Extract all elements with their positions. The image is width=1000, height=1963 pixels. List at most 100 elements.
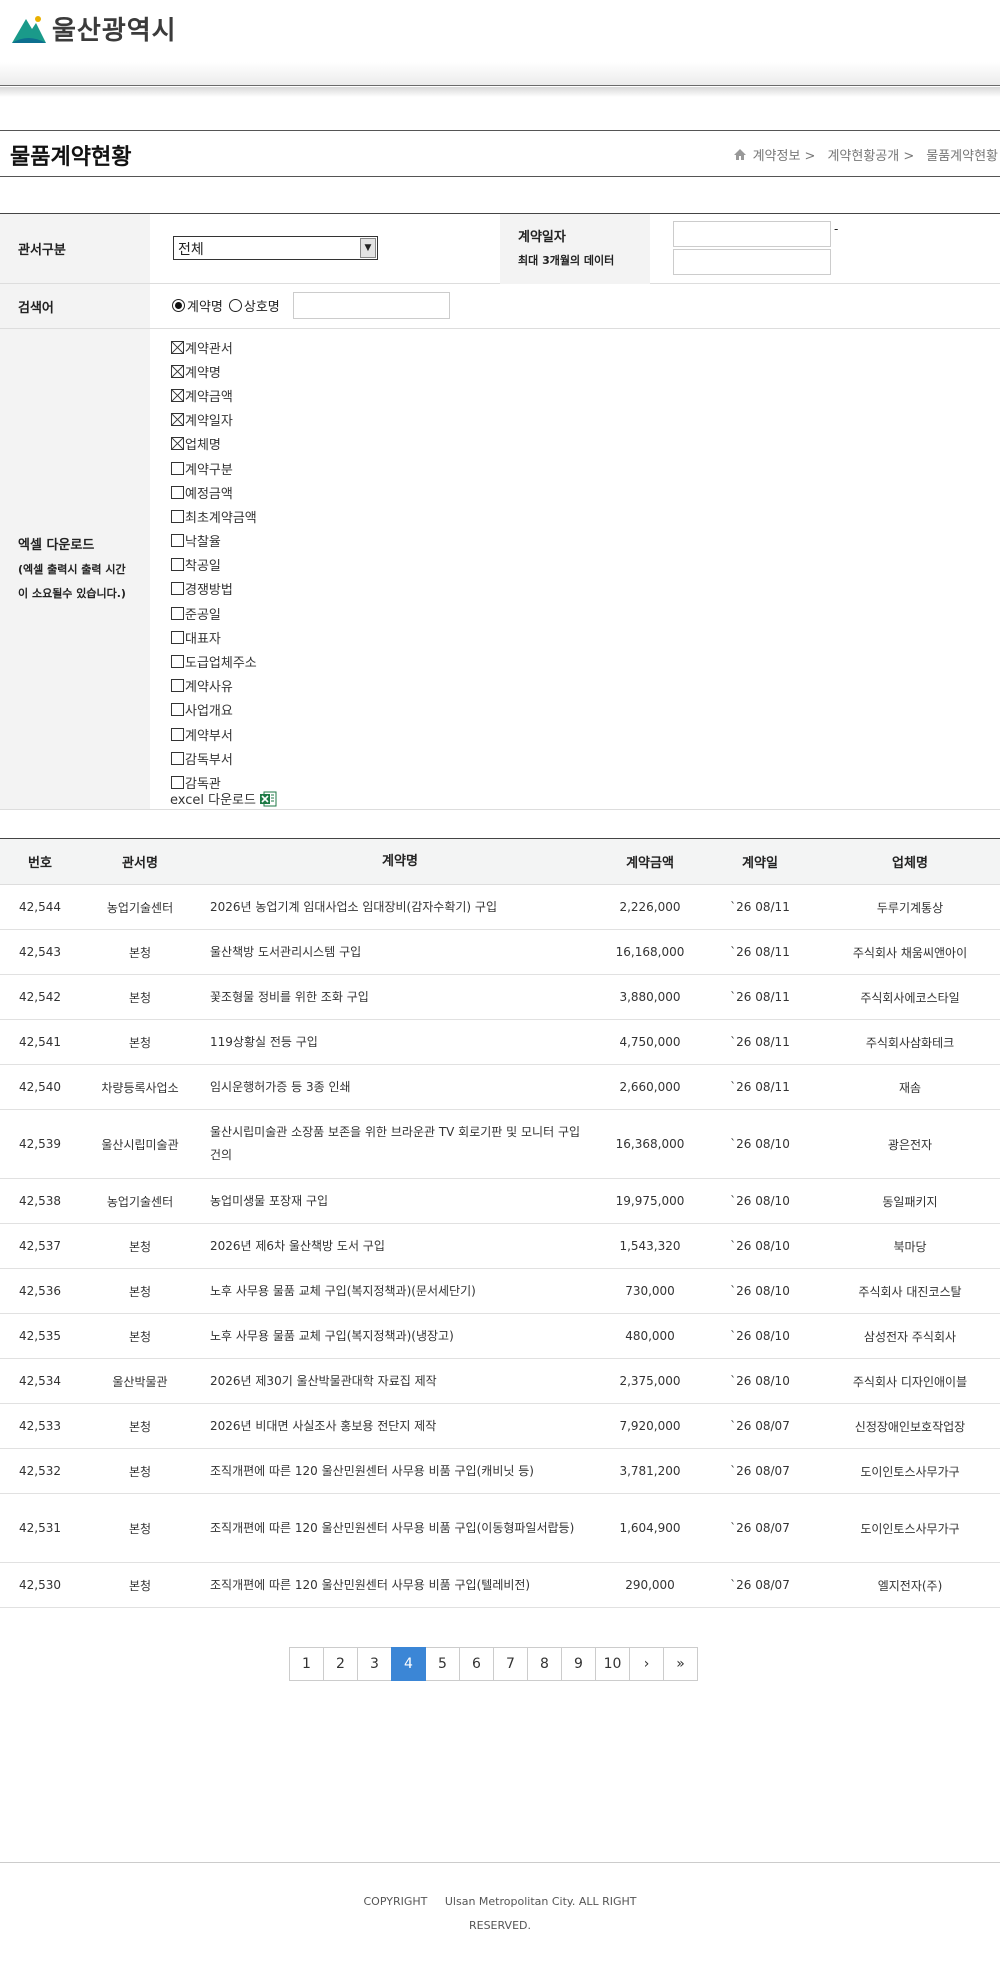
- cell-contract-name[interactable]: 노후 사무용 물품 교체 구입(복지정책과)(문서세단기): [200, 1280, 600, 1303]
- excel-field-item[interactable]: 대표자: [171, 625, 257, 649]
- table-row[interactable]: 42,534 울산박물관 2026년 제30기 울산박물관대학 자료집 제작 2,37…: [0, 1359, 1000, 1404]
- excel-field-checkbox[interactable]: [171, 413, 184, 427]
- table-row[interactable]: 42,530 본청 조직개편에 따른 120 울산민원센터 사무용 비품 구입(텔레…: [0, 1563, 1000, 1608]
- excel-field-label: 대표자: [185, 631, 221, 647]
- excel-field-item[interactable]: 계약관서: [171, 335, 257, 359]
- page-button[interactable]: 7: [493, 1647, 528, 1681]
- table-row[interactable]: 42,541 본청 119상황실 전등 구입 4,750,000 `26 08/11 주식…: [0, 1020, 1000, 1065]
- breadcrumb-item-contract-status[interactable]: 계약현황공개 >: [827, 145, 914, 164]
- cell-contract-name[interactable]: 조직개편에 따른 120 울산민원센터 사무용 비품 구입(텔레비전): [200, 1574, 600, 1597]
- excel-field-checkbox[interactable]: [171, 775, 184, 789]
- table-row[interactable]: 42,532 본청 조직개편에 따른 120 울산민원센터 사무용 비품 구입(캐비…: [0, 1449, 1000, 1494]
- excel-field-item[interactable]: 계약부서: [171, 722, 257, 746]
- excel-field-item[interactable]: 최초계약금액: [171, 504, 257, 528]
- page-button[interactable]: 9: [561, 1647, 596, 1681]
- page-button[interactable]: 4: [391, 1647, 426, 1681]
- excel-field-item[interactable]: 업체명: [171, 432, 257, 456]
- excel-field-checkbox[interactable]: [171, 534, 184, 548]
- office-select[interactable]: 전체 ▼: [173, 236, 378, 260]
- excel-field-checkbox[interactable]: [171, 388, 184, 402]
- excel-field-checkbox[interactable]: [171, 655, 184, 669]
- excel-field-checkbox[interactable]: [171, 751, 184, 765]
- cell-contract-name[interactable]: 울산책방 도서관리시스템 구입: [200, 941, 600, 964]
- table-row[interactable]: 42,531 본청 조직개편에 따른 120 울산민원센터 사무용 비품 구입(이동…: [0, 1494, 1000, 1563]
- page-button[interactable]: 5: [425, 1647, 460, 1681]
- excel-field-item[interactable]: 계약사유: [171, 674, 257, 698]
- table-row[interactable]: 42,533 본청 2026년 비대면 사실조사 홍보용 전단지 제작 7,920,0…: [0, 1404, 1000, 1449]
- breadcrumb-item-contract-info[interactable]: 계약정보 >: [753, 145, 816, 164]
- excel-field-item[interactable]: 감독부서: [171, 746, 257, 770]
- excel-field-checkbox[interactable]: [171, 509, 184, 523]
- excel-field-checkbox[interactable]: [171, 703, 184, 717]
- page-button[interactable]: 1: [289, 1647, 324, 1681]
- excel-field-item[interactable]: 계약구분: [171, 456, 257, 480]
- search-form: 관서구분 전체 ▼ 계약일자 최대 3개월의 데이터 - 검색어 계약명 상호명…: [0, 213, 1000, 810]
- excel-download-link[interactable]: excel 다운로드: [170, 789, 277, 808]
- table-row[interactable]: 42,537 본청 2026년 제6차 울산책방 도서 구입 1,543,320 `26…: [0, 1224, 1000, 1269]
- table-row[interactable]: 42,540 차량등록사업소 임시운행허가증 등 3종 인쇄 2,660,000 `26…: [0, 1065, 1000, 1110]
- breadcrumb-item-goods-contract[interactable]: 물품계약현황: [926, 145, 998, 164]
- excel-field-checkbox[interactable]: [171, 630, 184, 644]
- excel-field-checkbox[interactable]: [171, 558, 184, 572]
- cell-date: `26 08/11: [730, 900, 790, 914]
- table-row[interactable]: 42,536 본청 노후 사무용 물품 교체 구입(복지정책과)(문서세단기) 730…: [0, 1269, 1000, 1314]
- table-row[interactable]: 42,538 농업기술센터 농업미생물 포장재 구입 19,975,000 `26 08…: [0, 1179, 1000, 1224]
- cell-contract-name[interactable]: 노후 사무용 물품 교체 구입(복지정책과)(냉장고): [200, 1325, 600, 1348]
- ulsan-emblem-icon: [12, 15, 46, 43]
- cell-contract-name[interactable]: 2026년 제30기 울산박물관대학 자료집 제작: [200, 1370, 600, 1393]
- excel-field-checkbox[interactable]: [171, 606, 184, 620]
- excel-field-item[interactable]: 낙찰율: [171, 529, 257, 553]
- home-icon[interactable]: [733, 148, 747, 161]
- excel-field-checkbox[interactable]: [171, 364, 184, 378]
- excel-field-checkbox[interactable]: [171, 461, 184, 475]
- copyright-line-2: RESERVED.: [468, 1919, 531, 1932]
- cell-contract-name[interactable]: 119상황실 전등 구입: [200, 1031, 600, 1054]
- excel-field-checkbox[interactable]: [171, 437, 184, 451]
- table-row[interactable]: 42,535 본청 노후 사무용 물품 교체 구입(복지정책과)(냉장고) 480,0…: [0, 1314, 1000, 1359]
- table-row[interactable]: 42,543 본청 울산책방 도서관리시스템 구입 16,168,000 `26 08/…: [0, 930, 1000, 975]
- cell-contract-name[interactable]: 울산시립미술관 소장품 보존을 위한 브라운관 TV 회로기판 및 모니터 구입…: [200, 1121, 600, 1167]
- cell-contract-name[interactable]: 2026년 비대면 사실조사 홍보용 전단지 제작: [200, 1415, 600, 1438]
- excel-field-checkbox[interactable]: [171, 340, 184, 354]
- cell-contract-name[interactable]: 2026년 제6차 울산책방 도서 구입: [200, 1235, 600, 1258]
- table-row[interactable]: 42,542 본청 꽃조형물 정비를 위한 조화 구입 3,880,000 `26 08…: [0, 975, 1000, 1020]
- keyword-input[interactable]: [293, 292, 450, 319]
- page-button[interactable]: 3: [357, 1647, 392, 1681]
- cell-date: `26 08/07: [730, 1419, 790, 1433]
- cell-contract-name[interactable]: 농업미생물 포장재 구입: [200, 1190, 600, 1213]
- excel-field-item[interactable]: 계약명: [171, 359, 257, 383]
- excel-field-item[interactable]: 계약금액: [171, 383, 257, 407]
- last-page-button[interactable]: »: [663, 1647, 698, 1681]
- radio-company-name[interactable]: [228, 299, 242, 312]
- page-button[interactable]: 10: [595, 1647, 630, 1681]
- cell-contract-name[interactable]: 조직개편에 따른 120 울산민원센터 사무용 비품 구입(이동형파일서랍등): [200, 1517, 600, 1540]
- page-button[interactable]: 2: [323, 1647, 358, 1681]
- excel-field-item[interactable]: 계약일자: [171, 408, 257, 432]
- start-date-input[interactable]: [673, 221, 831, 247]
- cell-contract-name[interactable]: 꽃조형물 정비를 위한 조화 구입: [200, 986, 600, 1009]
- excel-field-item[interactable]: 사업개요: [171, 698, 257, 722]
- excel-field-item[interactable]: 예정금액: [171, 480, 257, 504]
- excel-field-checkbox[interactable]: [171, 727, 184, 741]
- excel-field-item[interactable]: 도급업체주소: [171, 649, 257, 673]
- page-button[interactable]: 8: [527, 1647, 562, 1681]
- cell-contract-name[interactable]: 조직개편에 따른 120 울산민원센터 사무용 비품 구입(캐비닛 등): [200, 1460, 600, 1483]
- cell-contract-name[interactable]: 2026년 농업기계 임대사업소 임대장비(감자수확기) 구입: [200, 896, 600, 919]
- page-button[interactable]: 6: [459, 1647, 494, 1681]
- excel-note-2: 이 소요될수 있습니다.): [18, 587, 126, 600]
- cell-company: 주식회사 디자인애이블: [852, 1374, 968, 1389]
- site-logo[interactable]: 울산광역시: [10, 10, 177, 47]
- next-page-button[interactable]: ›: [629, 1647, 664, 1681]
- radio-contract-name[interactable]: [172, 299, 185, 312]
- excel-field-item[interactable]: 착공일: [171, 553, 257, 577]
- excel-field-checkbox[interactable]: [171, 485, 184, 499]
- excel-field-checkbox[interactable]: [171, 582, 184, 596]
- excel-field-item[interactable]: 준공일: [171, 601, 257, 625]
- excel-field-checkbox[interactable]: [171, 679, 184, 693]
- end-date-input[interactable]: [673, 249, 831, 275]
- table-row[interactable]: 42,544 농업기술센터 2026년 농업기계 임대사업소 임대장비(감자수확기)…: [0, 885, 1000, 930]
- cell-office: 울산시립미술관: [101, 1137, 179, 1152]
- table-row[interactable]: 42,539 울산시립미술관 울산시립미술관 소장품 보존을 위한 브라운관 TV …: [0, 1110, 1000, 1179]
- cell-contract-name[interactable]: 임시운행허가증 등 3종 인쇄: [200, 1076, 600, 1099]
- excel-field-item[interactable]: 경쟁방법: [171, 577, 257, 601]
